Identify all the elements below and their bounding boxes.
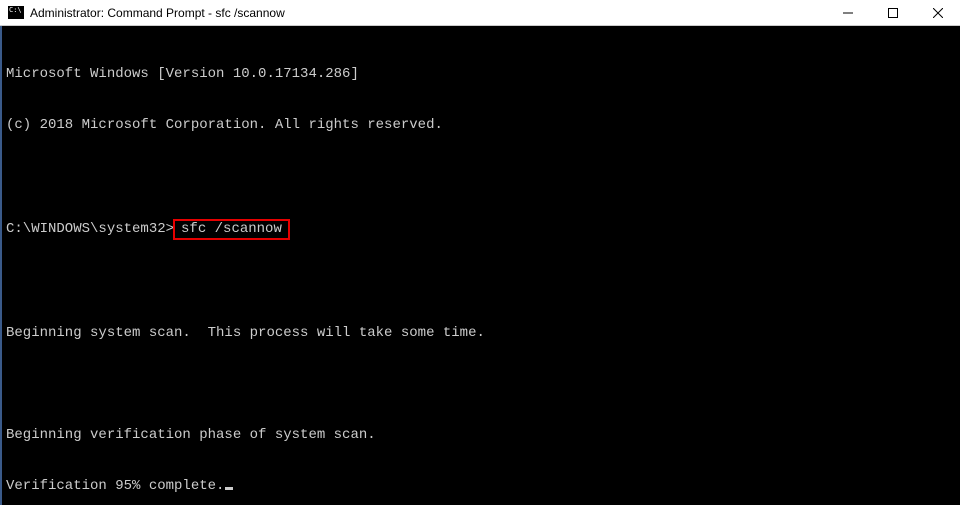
output-line: (c) 2018 Microsoft Corporation. All righ… — [6, 117, 956, 134]
blank-line — [6, 168, 956, 185]
output-line: Beginning system scan. This process will… — [6, 325, 956, 342]
prompt-line: C:\WINDOWS\system32> sfc /scannow — [6, 219, 956, 240]
close-button[interactable] — [915, 1, 960, 25]
titlebar[interactable]: Administrator: Command Prompt - sfc /sca… — [0, 0, 960, 26]
minimize-button[interactable] — [825, 1, 870, 25]
output-line: Microsoft Windows [Version 10.0.17134.28… — [6, 66, 956, 83]
output-line: Verification 95% complete. — [6, 478, 956, 495]
blank-line — [6, 274, 956, 291]
command-text: sfc /scannow — [181, 221, 282, 237]
cursor — [225, 487, 233, 490]
command-highlight: sfc /scannow — [173, 219, 290, 240]
window-title: Administrator: Command Prompt - sfc /sca… — [30, 6, 825, 20]
console-area[interactable]: Microsoft Windows [Version 10.0.17134.28… — [0, 26, 960, 505]
blank-line — [6, 376, 956, 393]
progress-text: Verification 95% complete. — [6, 478, 224, 495]
prompt-text: C:\WINDOWS\system32> — [6, 221, 174, 238]
maximize-button[interactable] — [870, 1, 915, 25]
command-prompt-window: Administrator: Command Prompt - sfc /sca… — [0, 0, 960, 505]
output-line: Beginning verification phase of system s… — [6, 427, 956, 444]
window-controls — [825, 1, 960, 25]
command-prompt-icon — [8, 6, 24, 19]
